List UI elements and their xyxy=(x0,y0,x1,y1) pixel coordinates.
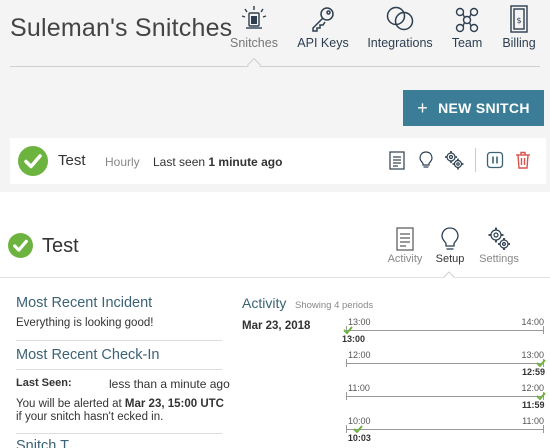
settings-gears-icon[interactable] xyxy=(444,150,464,170)
tab-label: Settings xyxy=(479,253,519,265)
page-title: Suleman's Snitches xyxy=(10,14,233,42)
period-tick xyxy=(346,392,347,400)
activity-subtitle: Showing 4 periods xyxy=(295,300,374,311)
period-tick xyxy=(543,425,544,433)
pause-icon[interactable] xyxy=(486,150,504,170)
alert-notice-cont: if your snitch hasn't ecked in. xyxy=(16,411,164,423)
tab-label: Activity xyxy=(387,253,423,265)
new-snitch-label: NEW SNITCH xyxy=(438,100,530,116)
nav-integrations[interactable]: Integrations xyxy=(364,4,436,50)
period-tick xyxy=(346,359,347,367)
active-tab-indicator xyxy=(443,271,455,283)
activity-period: 10:00 11:00 10:03 xyxy=(346,416,544,443)
setup-lightbulb-icon[interactable] xyxy=(417,150,435,170)
tab-activity[interactable]: Activity xyxy=(386,226,424,265)
period-line xyxy=(346,330,544,331)
checkin-check-icon[interactable] xyxy=(536,392,546,400)
detail-divider xyxy=(0,277,550,278)
snitch-name[interactable]: Test xyxy=(58,152,86,169)
checkin-check-icon[interactable] xyxy=(353,425,363,433)
gears-icon xyxy=(488,227,510,250)
last-seen-label: Last Seen: xyxy=(16,377,72,389)
nav-label: Snitches xyxy=(230,36,278,50)
period-line xyxy=(346,429,544,430)
tab-settings[interactable]: Settings xyxy=(478,226,520,265)
nav-label: Team xyxy=(451,36,483,50)
period-line xyxy=(346,396,544,397)
period-tick xyxy=(543,326,544,334)
status-ok-icon xyxy=(8,233,33,258)
incident-text: Everything is looking good! xyxy=(16,317,154,329)
checkin-heading: Most Recent Check-In xyxy=(16,347,160,363)
period-end-time: 11:00 xyxy=(522,416,544,426)
section-divider xyxy=(16,340,222,341)
snitch-last-seen: Last seen 1 minute ago xyxy=(153,155,283,169)
section-divider xyxy=(16,433,222,434)
nav-label: Integrations xyxy=(367,36,433,50)
snitch-type-heading: Snitch T xyxy=(16,438,69,448)
activity-period: 11:00 12:00 11:59 xyxy=(346,383,546,410)
snitch-detail-panel: Test Activity Setup Settings Most Recent… xyxy=(0,222,550,448)
nav-snitches[interactable]: Snitches xyxy=(228,4,280,50)
nav-team[interactable]: Team xyxy=(448,4,486,50)
header-divider xyxy=(10,66,540,67)
nav-label: Billing xyxy=(502,36,536,50)
checkin-time: 11:59 xyxy=(522,400,545,410)
checkin-time: 12:59 xyxy=(522,367,546,377)
nav-billing[interactable]: $ Billing xyxy=(498,4,540,50)
new-snitch-button[interactable]: + NEW SNITCH xyxy=(403,90,544,126)
last-seen-value: less than a minute ago xyxy=(109,377,230,391)
status-ok-icon xyxy=(18,146,48,176)
tab-setup[interactable]: Setup xyxy=(435,226,465,265)
checkin-check-icon[interactable] xyxy=(343,326,353,334)
checkin-check-icon[interactable] xyxy=(536,359,546,367)
checkin-time: 13:00 xyxy=(342,334,366,344)
lightbulb-icon xyxy=(441,227,459,250)
key-icon xyxy=(312,7,334,32)
svg-text:$: $ xyxy=(516,16,521,25)
nav-api-keys[interactable]: API Keys xyxy=(296,4,350,50)
activity-clipboard-icon[interactable] xyxy=(388,150,406,170)
period-line xyxy=(346,363,544,364)
alert-notice: You will be alerted at Mar 23, 15:00 UTC xyxy=(16,398,224,410)
nav-label: API Keys xyxy=(297,36,349,50)
plus-icon: + xyxy=(417,98,429,118)
trash-icon[interactable] xyxy=(514,150,532,170)
team-network-icon xyxy=(455,7,479,33)
period-start-time: 11:00 xyxy=(348,383,370,393)
incident-heading: Most Recent Incident xyxy=(16,295,153,311)
snitch-interval: Hourly xyxy=(105,155,140,169)
section-divider xyxy=(16,369,222,370)
period-start-time: 12:00 xyxy=(348,350,371,360)
tab-label: Setup xyxy=(435,253,465,265)
activity-period: 12:00 13:00 12:59 xyxy=(346,350,546,377)
period-tick xyxy=(346,425,347,433)
period-end-time: 14:00 xyxy=(521,317,544,327)
checkin-time: 10:03 xyxy=(347,433,371,443)
snitch-row[interactable]: Test Hourly Last seen 1 minute ago xyxy=(10,138,546,184)
billing-receipt-icon: $ xyxy=(510,5,528,33)
active-nav-indicator xyxy=(246,57,262,73)
detail-snitch-name: Test xyxy=(42,235,79,257)
activity-period: 13:00 14:00 13:00 xyxy=(342,317,544,344)
action-divider xyxy=(475,148,476,172)
activity-heading: Activity xyxy=(242,295,287,311)
alarm-light-icon xyxy=(241,6,267,29)
activity-date: Mar 23, 2018 xyxy=(242,320,311,332)
integrations-circles-icon xyxy=(386,6,414,31)
snitches-page-header: Suleman's Snitches Snitches API Keys Int… xyxy=(0,0,550,192)
clipboard-icon xyxy=(396,227,414,251)
